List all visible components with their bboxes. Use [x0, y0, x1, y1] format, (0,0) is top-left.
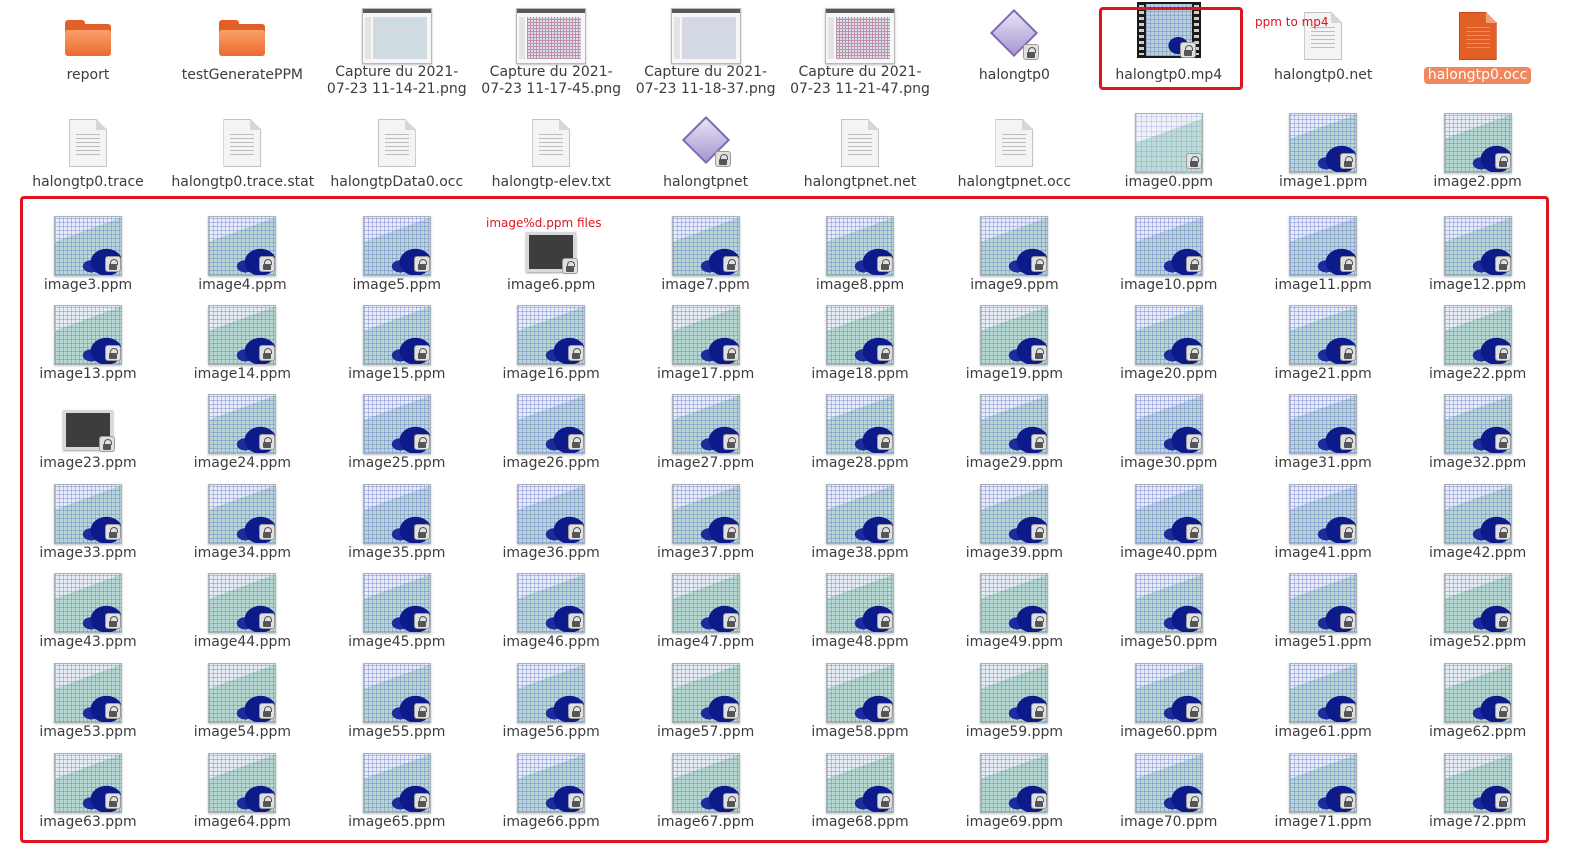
lock-icon: [714, 151, 731, 167]
file-item[interactable]: halongtp-elev.txt: [476, 107, 626, 191]
file-name-label: halongtp0.trace.stat: [171, 174, 315, 190]
mp4-annotation: ppm to mp4: [1255, 15, 1329, 29]
file-name-label: halongtpnet.occ: [957, 174, 1072, 190]
file-item[interactable]: image0.ppm: [1094, 107, 1244, 191]
text-file-icon: [939, 107, 1089, 171]
file-name-label: halongtp0.occ: [1423, 67, 1532, 84]
file-item[interactable]: image2.ppm: [1403, 107, 1553, 191]
image-thumbnail-icon: [476, 0, 626, 64]
text-file-icon: [322, 107, 472, 171]
file-item[interactable]: halongtp0: [939, 0, 1089, 84]
ppm-files-annotation: image%d.ppm files: [486, 216, 602, 230]
lock-icon: [1023, 44, 1040, 60]
file-item[interactable]: Capture du 2021-07-23 11-21-47.png: [785, 0, 935, 98]
file-name-label: halongtpnet.net: [803, 174, 917, 190]
text-file-icon: [13, 107, 163, 171]
lock-icon: [1494, 153, 1511, 169]
file-name-label: halongtp0.net: [1273, 67, 1373, 83]
text-file-icon: [785, 107, 935, 171]
file-name-label: halongtpData0.occ: [330, 174, 464, 190]
file-name-label: image1.ppm: [1279, 174, 1368, 190]
ppm-files-highlight-box: [20, 196, 1549, 843]
ppm-image-icon: [1403, 107, 1553, 173]
file-item[interactable]: halongtp0.trace.stat: [167, 107, 317, 191]
file-item[interactable]: halongtp0.trace: [13, 107, 163, 191]
file-item[interactable]: halongtp0.net: [1248, 0, 1398, 84]
executable-icon: [939, 0, 1089, 64]
file-item[interactable]: halongtp0.occ: [1403, 0, 1553, 84]
file-name-label: halongtp0.trace: [32, 174, 144, 190]
text-file-icon: [167, 107, 317, 171]
lock-icon: [1185, 153, 1202, 169]
file-name-label: Capture du 2021-07-23 11-18-37.png: [635, 64, 776, 97]
file-item[interactable]: halongtpnet.occ: [939, 107, 1089, 191]
file-name-label: Capture du 2021-07-23 11-17-45.png: [481, 64, 622, 97]
text-file-icon: [476, 107, 626, 171]
file-name-label: image0.ppm: [1124, 174, 1213, 190]
file-name-label: Capture du 2021-07-23 11-14-21.png: [326, 64, 467, 97]
ppm-image-icon: [1094, 107, 1244, 173]
file-name-label: Capture du 2021-07-23 11-21-47.png: [790, 64, 930, 97]
text-file-icon: [1248, 0, 1398, 64]
file-item[interactable]: Capture du 2021-07-23 11-14-21.png: [322, 0, 472, 98]
folder-icon: [13, 0, 163, 64]
mp4-highlight-box: [1099, 7, 1243, 90]
ppm-image-icon: [1248, 107, 1398, 173]
file-item[interactable]: halongtpnet.net: [785, 107, 935, 191]
image-thumbnail-icon: [785, 0, 935, 64]
file-item[interactable]: report: [13, 0, 163, 84]
file-name-label: halongtp-elev.txt: [491, 174, 611, 190]
text-file-icon: [1403, 0, 1553, 64]
file-item[interactable]: Capture du 2021-07-23 11-17-45.png: [476, 0, 626, 98]
file-item[interactable]: image1.ppm: [1248, 107, 1398, 191]
file-name-label: halongtpnet: [663, 174, 749, 190]
file-name-label: halongtp0: [978, 67, 1050, 83]
lock-icon: [1340, 153, 1357, 169]
file-item[interactable]: halongtpData0.occ: [322, 107, 472, 191]
image-thumbnail-icon: [322, 0, 472, 64]
file-item[interactable]: halongtpnet: [631, 107, 781, 191]
image-thumbnail-icon: [631, 0, 781, 64]
folder-icon: [167, 0, 317, 64]
file-item[interactable]: Capture du 2021-07-23 11-18-37.png: [631, 0, 781, 98]
executable-icon: [631, 107, 781, 171]
file-name-label: testGeneratePPM: [181, 67, 304, 83]
file-name-label: image2.ppm: [1433, 174, 1522, 190]
file-name-label: report: [66, 67, 110, 83]
file-item[interactable]: testGeneratePPM: [167, 0, 317, 84]
